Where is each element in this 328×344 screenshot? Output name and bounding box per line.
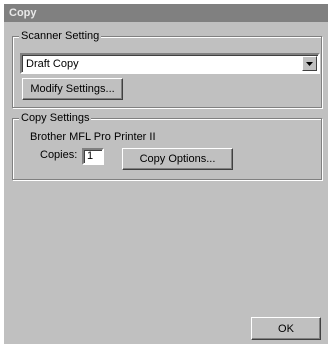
printer-name: Brother MFL Pro Printer II xyxy=(30,131,156,143)
scanner-setting-value: Draft Copy xyxy=(26,58,79,70)
copy-dialog: Copy Scanner Setting Draft Copy Modify S… xyxy=(4,4,328,344)
copy-settings-label: Copy Settings xyxy=(19,112,92,125)
ok-button[interactable]: OK xyxy=(251,317,321,340)
dropdown-arrow-button[interactable] xyxy=(302,56,317,71)
scanner-setting-label: Scanner Setting xyxy=(19,30,102,43)
copies-input[interactable]: 1 xyxy=(82,148,104,165)
copies-label: Copies: xyxy=(40,149,78,161)
scanner-setting-select[interactable]: Draft Copy xyxy=(20,53,320,74)
chevron-down-icon xyxy=(306,61,313,66)
modify-settings-button[interactable]: Modify Settings... xyxy=(22,78,123,100)
copy-options-button[interactable]: Copy Options... xyxy=(122,148,233,170)
window-title: Copy xyxy=(4,4,328,22)
